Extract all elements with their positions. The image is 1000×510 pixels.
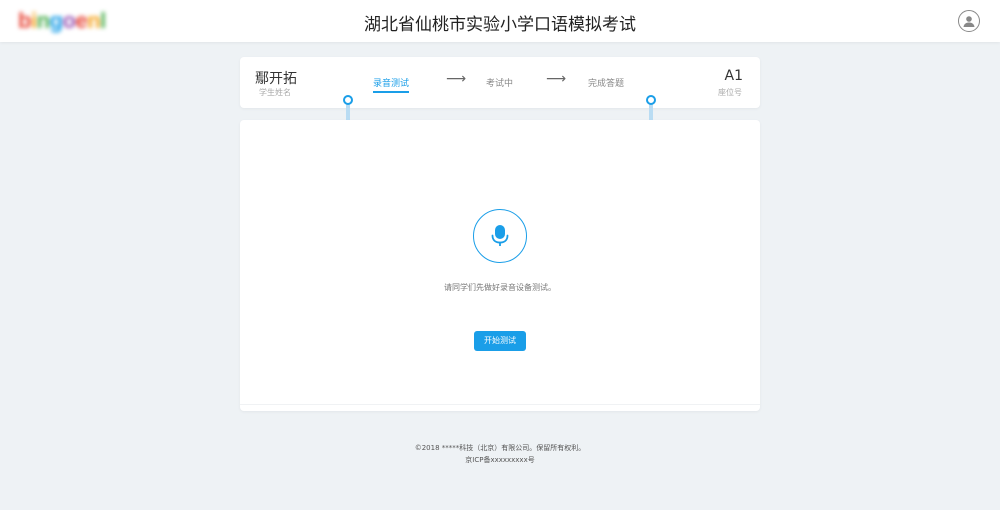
student-name: 鄢开拓	[255, 71, 297, 87]
step-label: 考试中	[486, 79, 514, 89]
step-label: 录音测试	[373, 79, 410, 89]
step-label: 完成答题	[588, 79, 625, 89]
step-finish: 完成答题	[588, 76, 624, 89]
start-test-button[interactable]: 开始测试	[474, 331, 526, 351]
top-bar: bingoenl 湖北省仙桃市实验小学口语模拟考试	[0, 0, 1000, 42]
step-in-exam: 考试中	[486, 76, 513, 89]
seat-number-label: 座位号	[718, 88, 742, 97]
test-hint-text: 请同学们先做好录音设备测试。	[444, 283, 556, 292]
seat-number: A1	[724, 68, 743, 84]
student-name-label: 学生姓名	[259, 88, 291, 97]
recording-test-card: 请同学们先做好录音设备测试。 开始测试	[240, 120, 760, 411]
active-step-underline	[373, 91, 410, 93]
copyright-text: ©2018 *****科技（北京）有限公司。保留所有权利。	[414, 444, 586, 452]
icp-text: 京ICP备xxxxxxxxx号	[465, 456, 535, 464]
arrow-right-icon: ⟶	[546, 71, 567, 87]
step-recording-test: 录音测试	[373, 76, 410, 93]
arrow-right-icon: ⟶	[446, 71, 467, 87]
exam-info-card: 鄢开拓 学生姓名 录音测试 ⟶ 考试中 ⟶ 完成答题 A1 座位号	[240, 57, 760, 108]
footer: ©2018 *****科技（北京）有限公司。保留所有权利。 京ICP备xxxxx…	[0, 442, 1000, 466]
microphone-icon	[491, 225, 509, 246]
card-divider	[240, 404, 760, 405]
user-avatar-icon	[963, 16, 975, 27]
page-title: 湖北省仙桃市实验小学口语模拟考试	[364, 15, 636, 35]
user-avatar-button[interactable]	[958, 10, 980, 32]
microphone-badge	[473, 209, 527, 263]
